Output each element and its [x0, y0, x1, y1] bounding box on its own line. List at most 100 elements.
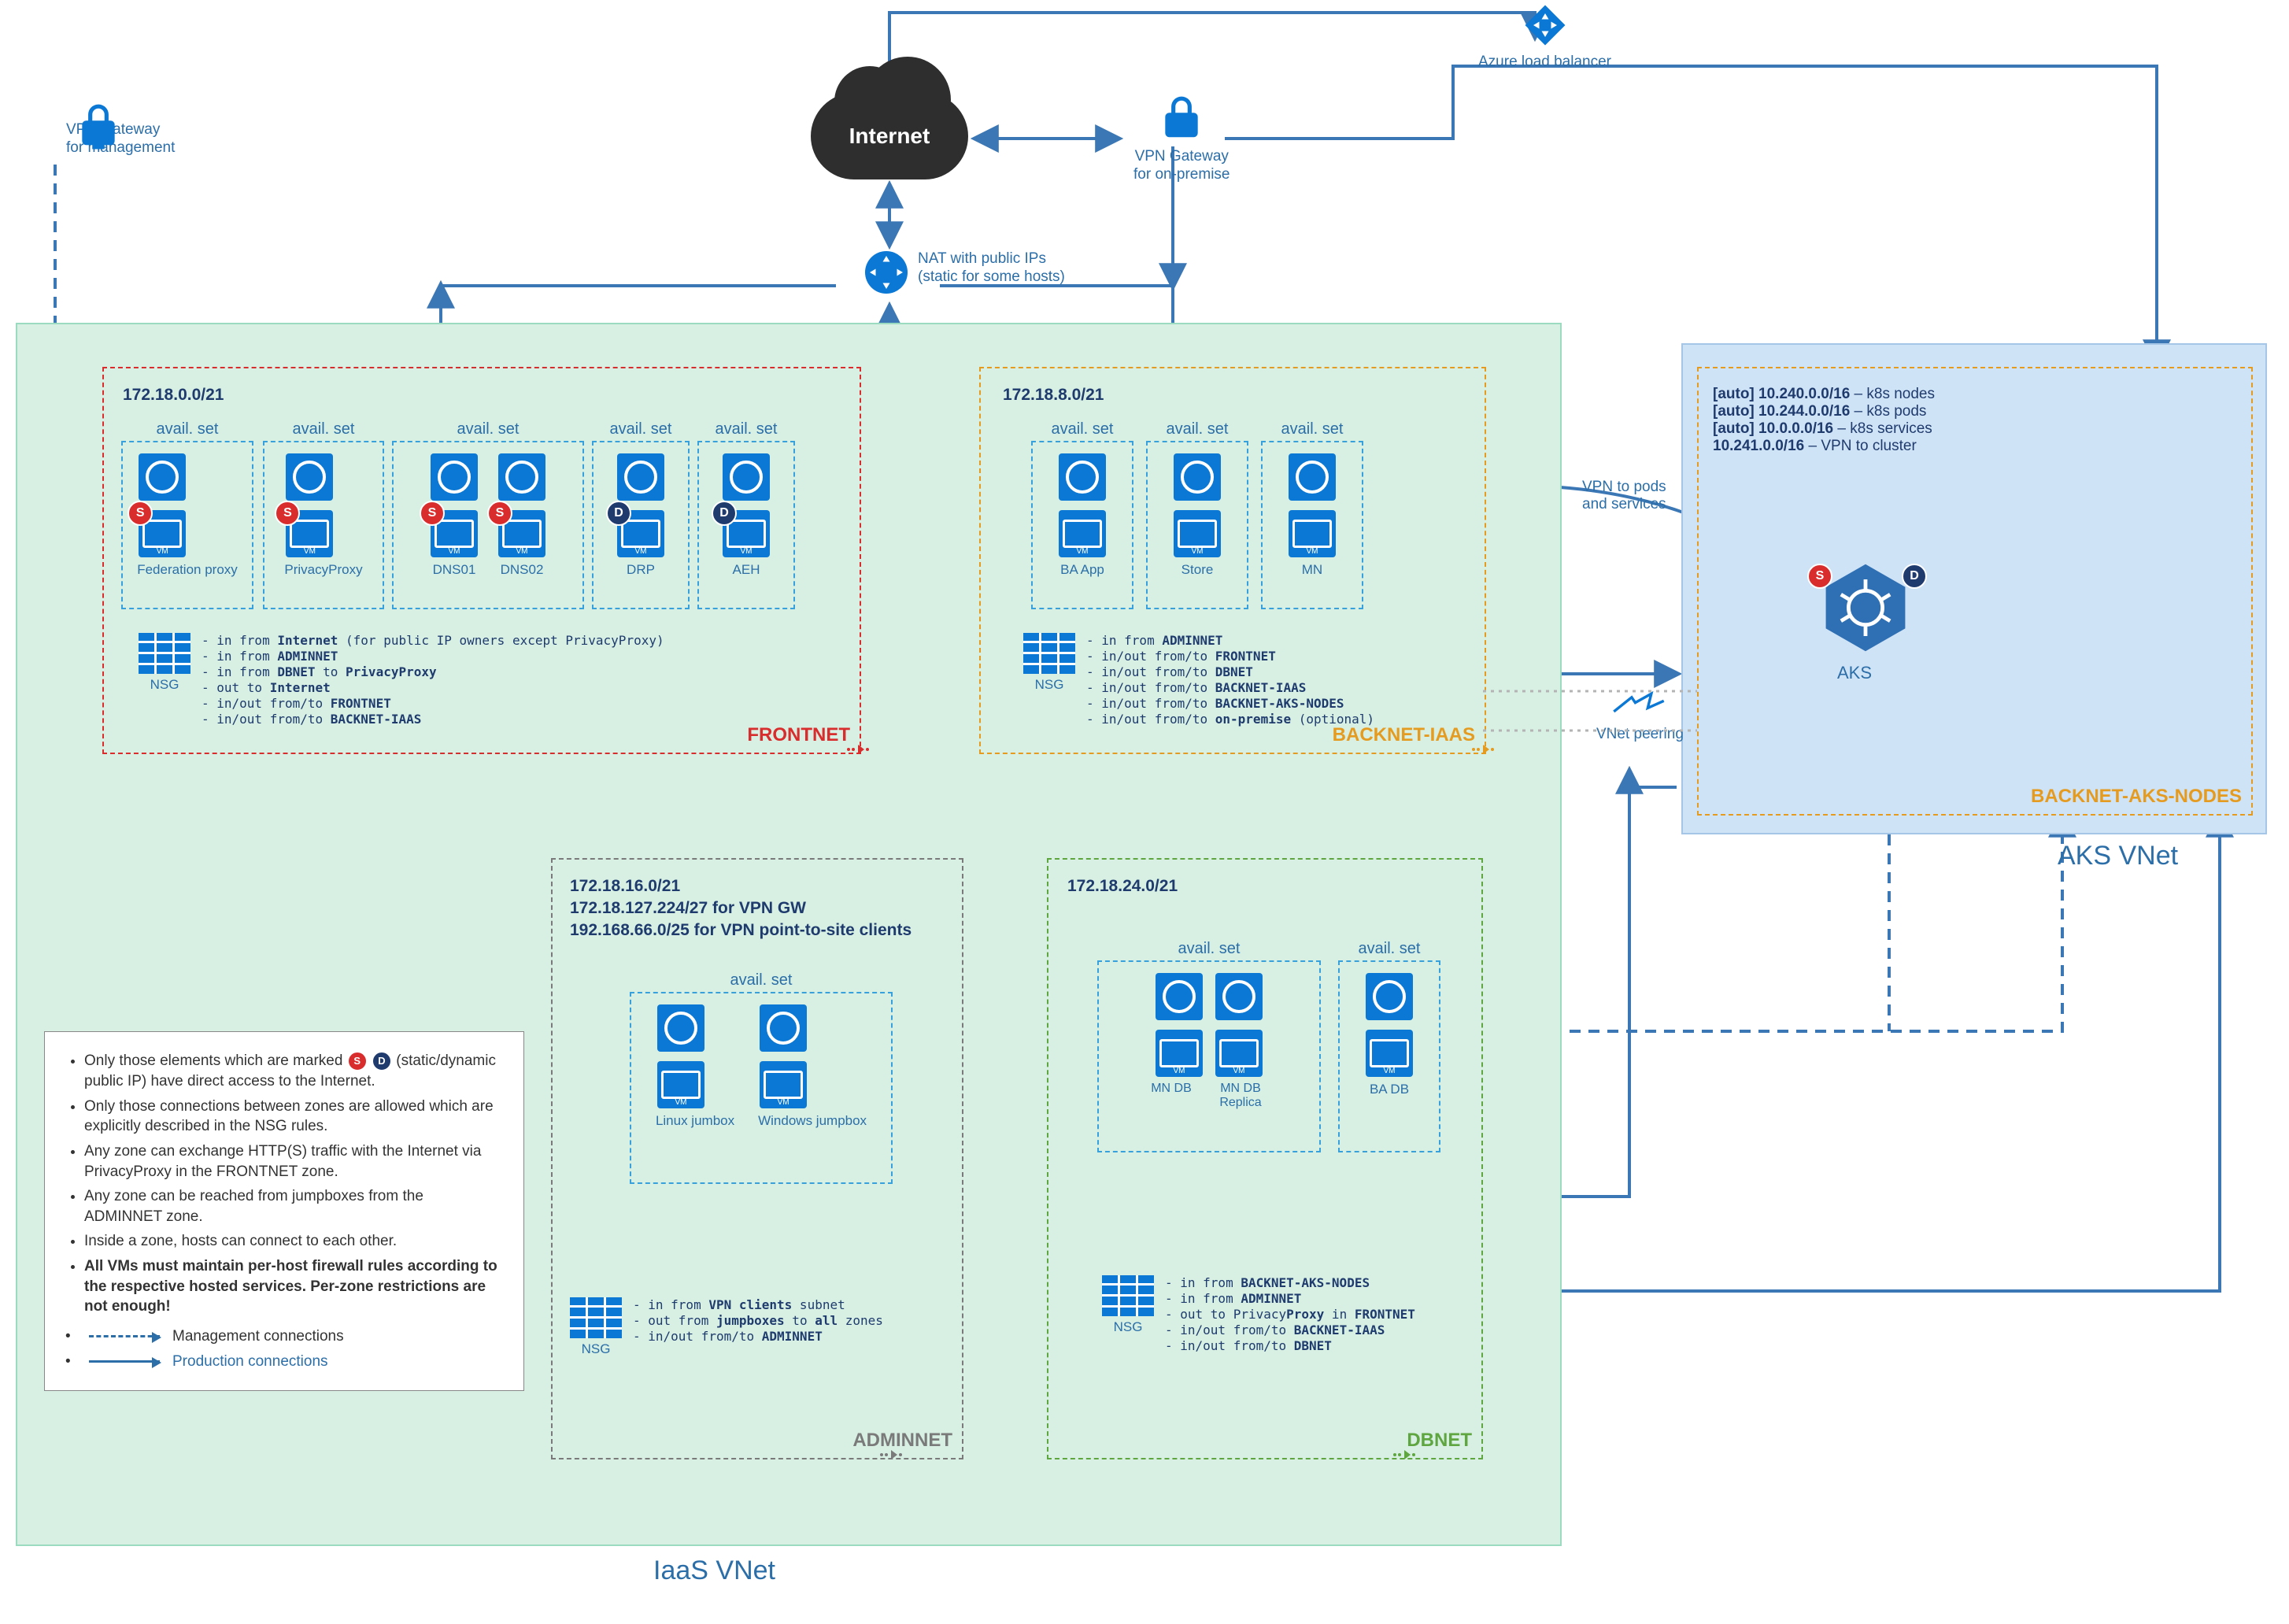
disk-icon — [657, 1004, 704, 1052]
vm-mn — [1287, 453, 1337, 557]
internet-cloud: Internet — [811, 93, 968, 179]
legend-mgmt: Management connections — [172, 1326, 344, 1347]
vpn-onprem-label: VPN Gateway for on-premise — [1133, 148, 1230, 184]
vm-ba-app — [1057, 453, 1108, 557]
dbnet-nsg: NSG - in from BACKNET-AKS-NODES- in from… — [1102, 1275, 1415, 1354]
vnet-peering-label: VNet peering — [1596, 726, 1684, 743]
disk-icon — [1156, 973, 1203, 1020]
availset-label: avail. set — [1148, 420, 1247, 438]
vnet-peering-icon — [1612, 690, 1666, 721]
load-balancer-icon — [1522, 2, 1569, 49]
static-ip-badge: S — [420, 501, 445, 526]
availability-set: avail. set SDNS01 SDNS02 — [392, 441, 584, 609]
backnet-iaas-rules: - in from ADMINNET- in/out from/to FRONT… — [1086, 633, 1374, 727]
frontnet-cidr: 172.18.0.0/21 — [123, 386, 224, 405]
peer-icon — [844, 740, 872, 759]
vm-label: DNS02 — [497, 562, 547, 578]
availset-label: avail. set — [699, 420, 793, 438]
vm-windows-jumpbox — [758, 1004, 808, 1108]
availset-label: avail. set — [1340, 940, 1439, 958]
availability-set: avail. set MN DBMN DB Replica — [1097, 960, 1321, 1152]
disk-icon — [1215, 973, 1263, 1020]
vm-privacyproxy: S — [284, 453, 335, 557]
adminnet-cidr1: 172.18.16.0/21 — [570, 877, 680, 896]
vm-label: Linux jumbox — [656, 1113, 734, 1129]
vm-dns01: S — [429, 453, 479, 557]
nat-icon — [863, 249, 910, 296]
vm-icon — [1174, 510, 1221, 557]
dbnet-cidr: 172.18.24.0/21 — [1067, 877, 1178, 896]
disk-icon — [286, 453, 333, 501]
disk-icon — [431, 453, 478, 501]
aks-cidr-list: [auto] 10.240.0.0/16 – k8s nodes[auto] 1… — [1713, 386, 1935, 455]
static-ip-badge: S — [1807, 564, 1832, 589]
vpn-pods-label: VPN to pods and services — [1582, 479, 1666, 513]
availset-label: avail. set — [594, 420, 688, 438]
static-ip-badge: S — [128, 501, 153, 526]
disk-icon — [617, 453, 664, 501]
frontnet-nsg: NSG - in from Internet (for public IP ow… — [139, 633, 664, 727]
frontnet-title: FRONTNET — [747, 724, 850, 746]
availability-set: avail. set DAEH — [697, 441, 795, 609]
availability-set: avail. set SFederation proxy — [121, 441, 253, 609]
aks-label: AKS — [1837, 663, 1872, 683]
legend-box: Only those elements which are marked S D… — [44, 1031, 524, 1391]
vm-icon — [1059, 510, 1106, 557]
disk-icon — [1289, 453, 1336, 501]
vm-drp: D — [616, 453, 666, 557]
vpn-gateway-onprem: VPN Gateway for on-premise — [1133, 94, 1230, 184]
backnet-iaas-title: BACKNET-IAAS — [1333, 724, 1475, 746]
availability-set: avail. set BA App — [1031, 441, 1133, 609]
adminnet-cidr2: 172.18.127.224/27 for VPN GW — [570, 899, 806, 917]
dbnet-rules: - in from BACKNET-AKS-NODES- in from ADM… — [1165, 1275, 1415, 1354]
disk-icon — [1059, 453, 1106, 501]
availability-set: avail. set BA DB — [1338, 960, 1440, 1152]
peer-icon — [1469, 740, 1497, 759]
backnet-iaas-cidr: 172.18.8.0/21 — [1003, 386, 1104, 405]
vm-label: BA App — [1057, 562, 1108, 578]
lock-icon — [1157, 94, 1206, 143]
frontnet-rules: - in from Internet (for public IP owners… — [202, 633, 664, 727]
dynamic-ip-badge: D — [712, 501, 737, 526]
dynamic-ip-badge: D — [1902, 564, 1927, 589]
solid-arrow-icon — [89, 1360, 160, 1363]
disk-icon — [723, 453, 770, 501]
vpn-gateway-mgmt: VPN Gateway for management — [22, 102, 175, 157]
vm-aeh: D — [721, 453, 771, 557]
firewall-icon — [570, 1297, 622, 1338]
vm-label: AEH — [721, 562, 771, 578]
vm-label: Store — [1172, 562, 1222, 578]
dashed-arrow-icon — [89, 1335, 160, 1337]
vm-federation-proxy: S — [137, 453, 187, 557]
firewall-icon — [1102, 1275, 1154, 1316]
disk-icon — [760, 1004, 807, 1052]
availability-set: avail. set MN — [1261, 441, 1363, 609]
availset-label: avail. set — [1099, 940, 1319, 958]
vm-label: BA DB — [1364, 1082, 1414, 1097]
peer-icon — [1390, 1445, 1418, 1464]
static-ip-badge: S — [487, 501, 512, 526]
vm-dns02: S — [497, 453, 547, 557]
vm-icon — [1215, 1030, 1263, 1077]
vm-label: DRP — [616, 562, 666, 578]
legend-list: Only those elements which are marked S D… — [65, 1051, 503, 1317]
backnet-aks-title: BACKNET-AKS-NODES — [2031, 786, 2242, 808]
lock-icon — [74, 102, 123, 151]
availset-label: avail. set — [123, 420, 252, 438]
vm-label: Federation proxy — [137, 562, 238, 578]
availset-label: avail. set — [1033, 420, 1132, 438]
azure-load-balancer: Azure load balancer — [1478, 2, 1611, 72]
vm-linux-jumbox — [656, 1004, 706, 1108]
aks-vnet-title: AKS VNet — [2058, 841, 2178, 871]
dynamic-ip-badge: D — [606, 501, 631, 526]
vm-icon — [760, 1061, 807, 1108]
adminnet-rules: - in from VPN clients subnet- out from j… — [633, 1297, 883, 1345]
vm-icon — [1156, 1030, 1203, 1077]
nat-label: NAT with public IPs (static for some hos… — [918, 250, 1065, 287]
peer-icon — [877, 1445, 905, 1464]
disk-icon — [498, 453, 545, 501]
firewall-icon — [139, 633, 190, 674]
aks-icon — [1818, 560, 1913, 655]
availset-label: avail. set — [631, 971, 891, 990]
availability-set: avail. set Store — [1146, 441, 1248, 609]
